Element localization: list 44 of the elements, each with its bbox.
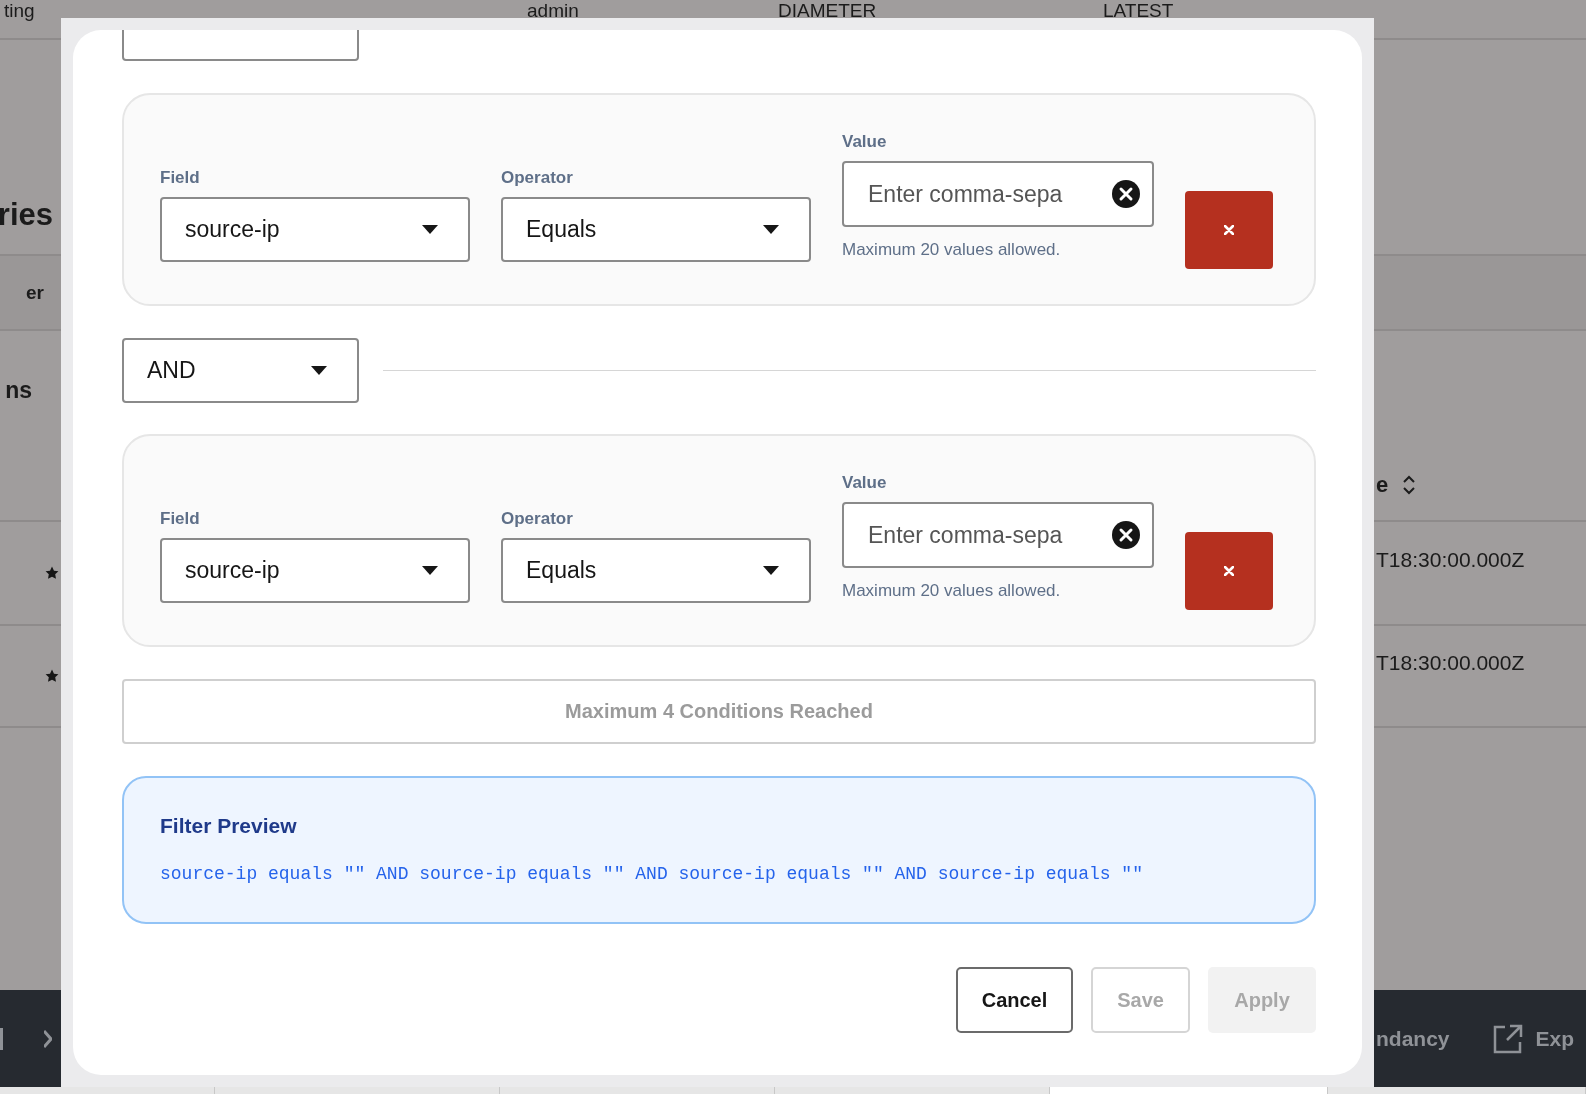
clear-icon[interactable] (1112, 180, 1140, 208)
page-title: ries (0, 196, 54, 233)
operator-label: Operator (501, 508, 574, 530)
hint-text: Maximum 20 values allowed. (842, 240, 1062, 260)
field-select[interactable]: source-ip (160, 197, 470, 262)
field-select[interactable]: source-ip (160, 538, 470, 603)
section-label: ns (5, 377, 33, 404)
secondary-button[interactable]: Cancel (955, 967, 1074, 1033)
column-header: DIAMETER (778, 0, 877, 22)
star-icon (45, 669, 59, 683)
column-header: LATEST (1103, 0, 1174, 22)
value-field[interactable]: Enter comma-sepa (842, 161, 1154, 227)
sort-icon[interactable] (1402, 474, 1417, 496)
preview-title: Filter Preview (160, 814, 298, 838)
caret-icon (422, 566, 438, 575)
close-icon (1224, 225, 1234, 235)
close-icon (1224, 566, 1234, 576)
caret-icon (311, 366, 327, 375)
value-label: Value (842, 131, 888, 153)
field-label: Field (160, 167, 201, 189)
preview-text: source-ip equals "" AND source-ip equals "" AND source-ip equals "" AND source-ip equals "" (160, 864, 1144, 884)
caret-icon (763, 225, 779, 234)
toolbar-label[interactable]: ndancy (1376, 1026, 1450, 1051)
column-header: admin (527, 0, 579, 22)
tab-label: er (26, 281, 45, 304)
table-cell: T18:30:00.000Z (1376, 651, 1525, 675)
value-field[interactable]: Enter comma-sepa (842, 502, 1154, 568)
star-icon (45, 566, 59, 580)
field-label: Field (160, 508, 201, 530)
column-header: ting (4, 0, 35, 22)
operator-select[interactable]: Equals (501, 197, 811, 262)
export-icon[interactable] (1491, 1022, 1524, 1055)
toolbar-icon[interactable] (0, 1027, 4, 1050)
hint-text: Maximum 20 values allowed. (842, 581, 1062, 601)
value-label: Value (842, 472, 888, 494)
clear-icon[interactable] (1112, 521, 1140, 549)
operator-select[interactable]: Equals (501, 538, 811, 603)
caret-icon (422, 225, 438, 234)
logic-select[interactable]: AND (122, 338, 359, 403)
table-cell: T18:30:00.000Z (1376, 548, 1525, 572)
toolbar-label[interactable]: Exp (1535, 1026, 1575, 1051)
column-header: e (1376, 472, 1389, 498)
caret-icon (763, 566, 779, 575)
operator-label: Operator (501, 167, 574, 189)
